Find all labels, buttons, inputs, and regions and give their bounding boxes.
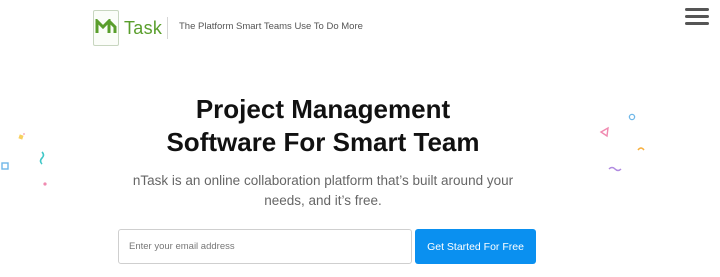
signup-form: Get Started For Free: [118, 229, 536, 264]
ntask-logo-icon: [93, 10, 119, 46]
hamburger-menu-icon[interactable]: [685, 8, 709, 28]
email-input[interactable]: [118, 229, 412, 264]
hero-title-line-2: Software For Smart Team: [166, 127, 480, 157]
hero-subtitle: nTask is an online collaboration platfor…: [0, 171, 646, 211]
hero-subtitle-line-2: needs, and it’s free.: [264, 193, 382, 208]
hero-subtitle-line-1: nTask is an online collaboration platfor…: [132, 173, 514, 188]
hero-title: Project Management Software For Smart Te…: [0, 93, 646, 159]
get-started-button[interactable]: Get Started For Free: [415, 229, 536, 264]
hero-title-line-1: Project Management: [195, 94, 451, 124]
logo-text: Task: [124, 17, 163, 38]
header-tagline: The Platform Smart Teams Use To Do More: [179, 21, 363, 32]
ntask-logo[interactable]: Task: [93, 10, 162, 46]
site-header: Task The Platform Smart Teams Use To Do …: [0, 0, 720, 58]
header-divider: [167, 17, 168, 39]
